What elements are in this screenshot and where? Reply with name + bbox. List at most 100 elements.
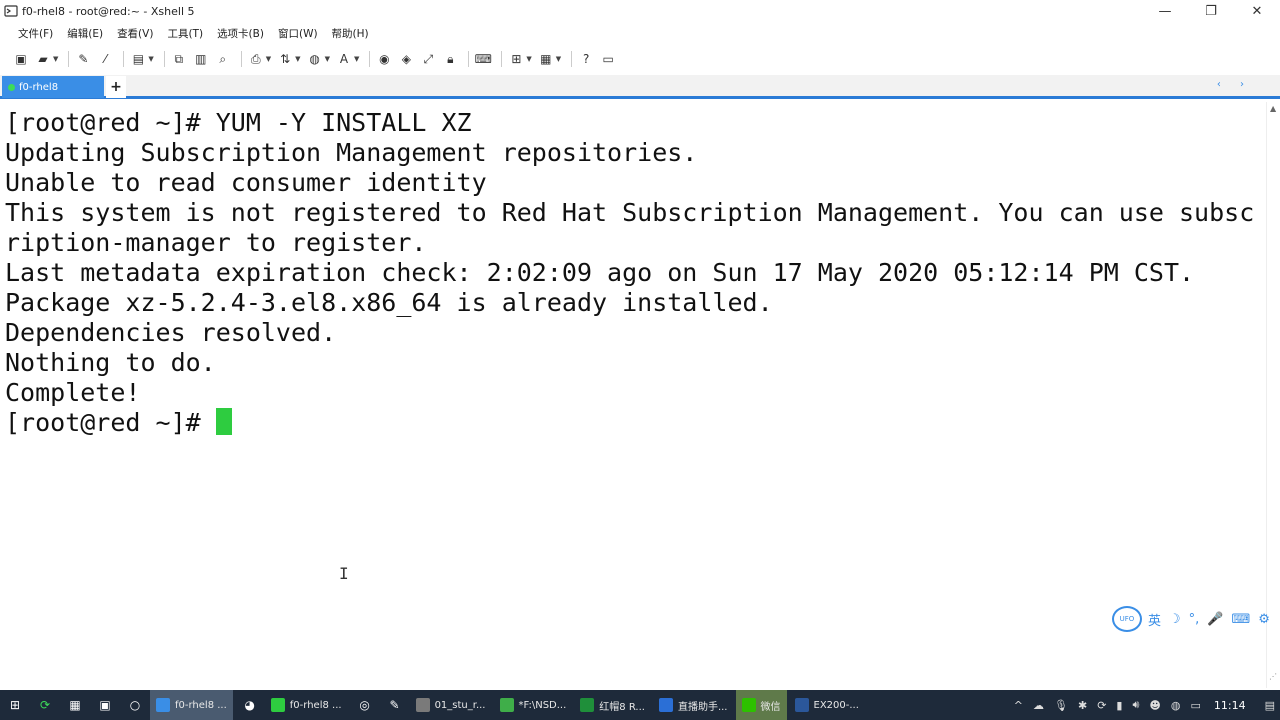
wechat-tray-icon[interactable]: ◍ [1171, 699, 1181, 712]
restore-button[interactable]: ❐ [1188, 0, 1234, 22]
terminal-output[interactable]: [root@red ~]# YUM -Y INSTALL XZ Updating… [0, 102, 1266, 688]
taskbar-app-xshell-1[interactable]: f0-rhel8 ... [150, 690, 233, 720]
refresh-icon[interactable]: ⟳ [36, 696, 54, 714]
chevron-down-icon[interactable]: ▼ [53, 55, 58, 63]
ime-language-toggle[interactable]: 英 [1148, 610, 1161, 629]
resize-grip-icon[interactable]: ⋰ [1269, 672, 1279, 682]
help-icon[interactable]: ? [577, 50, 595, 68]
toolbar-divider [571, 51, 573, 67]
connected-status-icon [8, 83, 15, 91]
ime-tray-icon[interactable]: ▭ [1190, 699, 1200, 712]
menu-window[interactable]: 窗口(W) [278, 26, 318, 41]
chevron-down-icon[interactable]: ▼ [354, 55, 359, 63]
chat-icon[interactable]: ☻ [1149, 699, 1160, 712]
xshell-app-icon [270, 698, 285, 712]
font-icon[interactable]: A [335, 50, 353, 68]
ime-logo-icon[interactable]: UFO [1112, 606, 1142, 632]
task-view-icon[interactable]: ▣ [96, 696, 114, 714]
punctuation-icon[interactable]: °, [1189, 612, 1200, 627]
transfer-icon[interactable]: ⇅ [276, 50, 294, 68]
add-tab-button[interactable]: + [106, 76, 126, 98]
chevron-down-icon[interactable]: ▼ [556, 55, 561, 63]
mouse-ibeam-icon: I [339, 564, 349, 583]
taskbar-clock[interactable]: 11:14 [1214, 699, 1246, 712]
moon-icon[interactable]: ☽ [1169, 612, 1181, 627]
toolbar-divider [163, 51, 165, 67]
terminal-scrollbar[interactable]: ▲ ⋰ [1266, 102, 1280, 688]
microphone-icon[interactable]: 🎤 [1207, 612, 1223, 627]
notification-icon[interactable]: ▤ [1265, 699, 1275, 712]
cloud-icon[interactable]: ☁ [1033, 699, 1044, 712]
menu-edit[interactable]: 编辑(E) [67, 26, 103, 41]
minimize-button[interactable]: — [1142, 0, 1188, 22]
volume-icon[interactable]: 🔊︎ [1132, 698, 1139, 712]
lock-icon[interactable]: 🔒︎ [441, 50, 459, 68]
browser-icon[interactable]: ◎ [356, 696, 374, 714]
taskbar-app-stu[interactable]: 01_stu_r... [410, 690, 492, 720]
terminal-line: Updating Subscription Management reposit… [5, 138, 698, 167]
menu-help[interactable]: 帮助(H) [332, 26, 369, 41]
ime-toolbar: UFO 英 ☽ °, 🎤 ⌨ ⚙ [1112, 604, 1278, 634]
print-icon[interactable]: ⎙ [247, 50, 265, 68]
disconnect-icon[interactable]: ⁄ [96, 50, 114, 68]
terminal-line: [root@red ~]# YUM -Y INSTALL XZ [5, 108, 472, 137]
window-title: f0-rhel8 - root@red:~ - Xshell 5 [22, 4, 195, 18]
globe-icon[interactable]: ◍ [306, 50, 324, 68]
terminal-line: This system is not registered to Red Hat… [5, 198, 1255, 227]
taskbar-app-word[interactable]: EX200-... [789, 690, 865, 720]
add-tab-icon[interactable]: ⊞ [507, 50, 525, 68]
layout-icon[interactable]: ▦ [537, 50, 555, 68]
keyboard-icon[interactable]: ⌨ [474, 50, 492, 68]
sync-icon[interactable]: ⟳ [1097, 699, 1106, 712]
menu-tab[interactable]: 选项卡(B) [217, 26, 264, 41]
copy-icon[interactable]: ⧉ [170, 50, 188, 68]
tab-scroll-arrows[interactable]: ‹ › [1217, 79, 1252, 90]
document-icon [415, 698, 430, 712]
microphone-icon[interactable]: 🎙︎ [1054, 699, 1068, 712]
taskbar-app-xshell-2[interactable]: f0-rhel8 ... [265, 690, 348, 720]
network-icon[interactable]: ▮ [1116, 699, 1122, 712]
close-button[interactable]: ✕ [1234, 0, 1280, 22]
editor-icon[interactable]: ✎ [386, 696, 404, 714]
tab-f0-rhel8[interactable]: f0-rhel8 [2, 76, 104, 98]
new-session-icon[interactable]: ▣ [12, 50, 30, 68]
menu-tools[interactable]: 工具(T) [167, 26, 203, 41]
terminal-line: Last metadata expiration check: 2:02:09 … [5, 258, 1195, 287]
chevron-down-icon[interactable]: ▼ [266, 55, 271, 63]
terminal-line: Complete! [5, 378, 141, 407]
scroll-up-icon[interactable]: ▲ [1270, 104, 1276, 113]
taskbar: ⊞ ⟳ ▦ ▣ ○ f0-rhel8 ... ◕ f0-rhel8 ... ◎ … [0, 690, 1280, 720]
chevron-down-icon[interactable]: ▼ [325, 55, 330, 63]
chevron-down-icon[interactable]: ▼ [526, 55, 531, 63]
xftp-icon[interactable]: ◉ [375, 50, 393, 68]
cortana-icon[interactable]: ○ [126, 696, 144, 714]
connect-icon[interactable]: ✎ [74, 50, 92, 68]
chrome-icon[interactable]: ◕ [241, 696, 259, 714]
chat-icon[interactable]: ▭ [599, 50, 617, 68]
bluetooth-icon[interactable]: ✱ [1078, 699, 1087, 712]
menu-bar: 文件(F) 编辑(E) 查看(V) 工具(T) 选项卡(B) 窗口(W) 帮助(… [0, 22, 1280, 44]
properties-icon[interactable]: ▤ [129, 50, 147, 68]
menu-view[interactable]: 查看(V) [117, 26, 153, 41]
taskbar-app-label: EX200-... [813, 699, 859, 711]
menu-file[interactable]: 文件(F) [18, 26, 53, 41]
xshell-app-icon [4, 4, 18, 18]
fullscreen-icon[interactable]: ⤢ [419, 50, 437, 68]
gear-icon[interactable]: ⚙ [1258, 612, 1270, 627]
chevron-down-icon[interactable]: ▼ [148, 55, 153, 63]
windows-start-icon[interactable]: ⊞ [6, 696, 24, 714]
taskbar-app-nsd[interactable]: *F:\NSD... [494, 690, 573, 720]
toolbar-divider [468, 51, 470, 67]
paste-icon[interactable]: ▥ [192, 50, 210, 68]
taskbar-app-wechat[interactable]: 微信 [735, 690, 787, 720]
keyboard-icon[interactable]: ⌨ [1232, 612, 1251, 627]
find-icon[interactable]: ⌕ [214, 50, 232, 68]
taskbar-app-excel[interactable]: 红帽8 R... [574, 690, 651, 720]
taskbar-app-live[interactable]: 直播助手... [653, 690, 734, 720]
chevron-down-icon[interactable]: ▼ [295, 55, 300, 63]
grid-icon[interactable]: ▦ [66, 696, 84, 714]
script-icon[interactable]: ◈ [397, 50, 415, 68]
terminal-prompt-line[interactable]: [root@red ~]# [5, 408, 1266, 438]
open-folder-icon[interactable]: ▰ [34, 50, 52, 68]
chevron-up-icon[interactable]: ^ [1014, 699, 1023, 712]
